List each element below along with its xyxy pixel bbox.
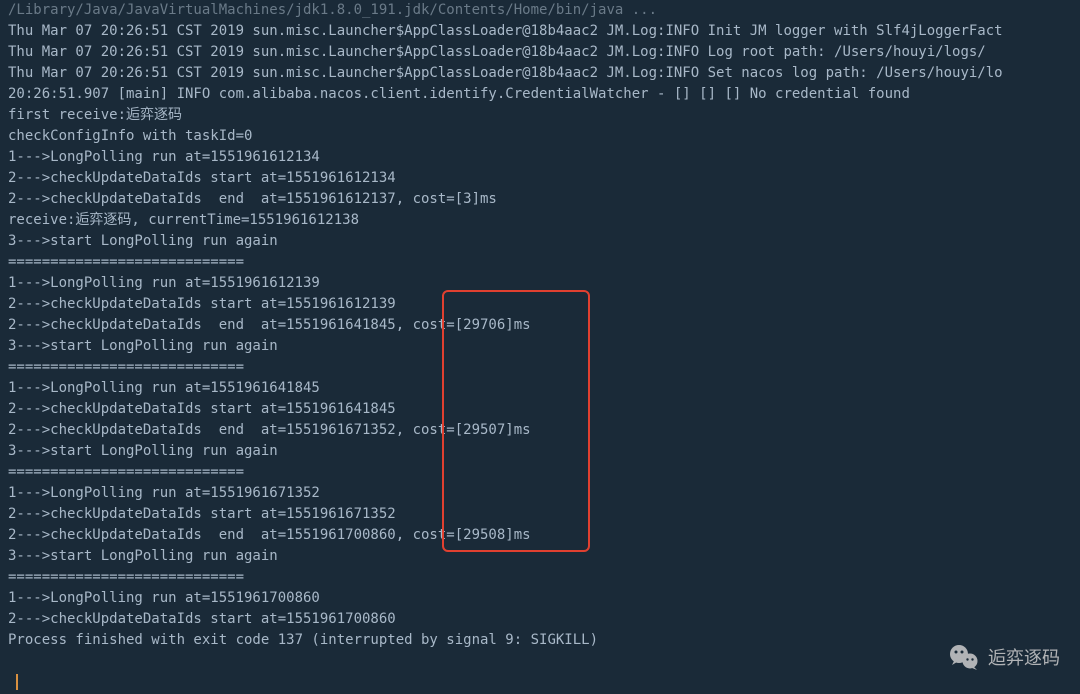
terminal-cursor: [16, 674, 18, 690]
log-line: 2--->checkUpdateDataIds start at=1551961…: [0, 399, 1080, 420]
log-line: receive:逅弈逐码, currentTime=1551961612138: [0, 210, 1080, 231]
log-line: ============================: [0, 462, 1080, 483]
log-line: Thu Mar 07 20:26:51 CST 2019 sun.misc.La…: [0, 42, 1080, 63]
log-line: Process finished with exit code 137 (int…: [0, 630, 1080, 651]
log-line: checkConfigInfo with taskId=0: [0, 126, 1080, 147]
log-line: ============================: [0, 357, 1080, 378]
log-line: 2--->checkUpdateDataIds start at=1551961…: [0, 504, 1080, 525]
log-line: 1--->LongPolling run at=1551961612134: [0, 147, 1080, 168]
wechat-icon: [948, 642, 980, 674]
log-line: 2--->checkUpdateDataIds end at=155196167…: [0, 420, 1080, 441]
log-line: 2--->checkUpdateDataIds start at=1551961…: [0, 609, 1080, 630]
log-line: Thu Mar 07 20:26:51 CST 2019 sun.misc.La…: [0, 63, 1080, 84]
log-line: first receive:逅弈逐码: [0, 105, 1080, 126]
log-line: 20:26:51.907 [main] INFO com.alibaba.nac…: [0, 84, 1080, 105]
log-line: ============================: [0, 252, 1080, 273]
log-line: /Library/Java/JavaVirtualMachines/jdk1.8…: [0, 0, 1080, 21]
log-line: 2--->checkUpdateDataIds end at=155196161…: [0, 189, 1080, 210]
log-line: 1--->LongPolling run at=1551961671352: [0, 483, 1080, 504]
log-line: 2--->checkUpdateDataIds end at=155196164…: [0, 315, 1080, 336]
log-line: 3--->start LongPolling run again: [0, 546, 1080, 567]
log-line: 1--->LongPolling run at=1551961612139: [0, 273, 1080, 294]
log-line: Thu Mar 07 20:26:51 CST 2019 sun.misc.La…: [0, 21, 1080, 42]
log-line: 2--->checkUpdateDataIds end at=155196170…: [0, 525, 1080, 546]
terminal-output: /Library/Java/JavaVirtualMachines/jdk1.8…: [0, 0, 1080, 651]
log-line: 2--->checkUpdateDataIds start at=1551961…: [0, 294, 1080, 315]
log-line: 3--->start LongPolling run again: [0, 336, 1080, 357]
watermark-text: 逅弈逐码: [988, 648, 1060, 669]
log-line: 3--->start LongPolling run again: [0, 441, 1080, 462]
log-line: ============================: [0, 567, 1080, 588]
log-line: 1--->LongPolling run at=1551961700860: [0, 588, 1080, 609]
watermark: 逅弈逐码: [948, 642, 1060, 674]
log-line: 1--->LongPolling run at=1551961641845: [0, 378, 1080, 399]
log-line: 3--->start LongPolling run again: [0, 231, 1080, 252]
log-line: 2--->checkUpdateDataIds start at=1551961…: [0, 168, 1080, 189]
